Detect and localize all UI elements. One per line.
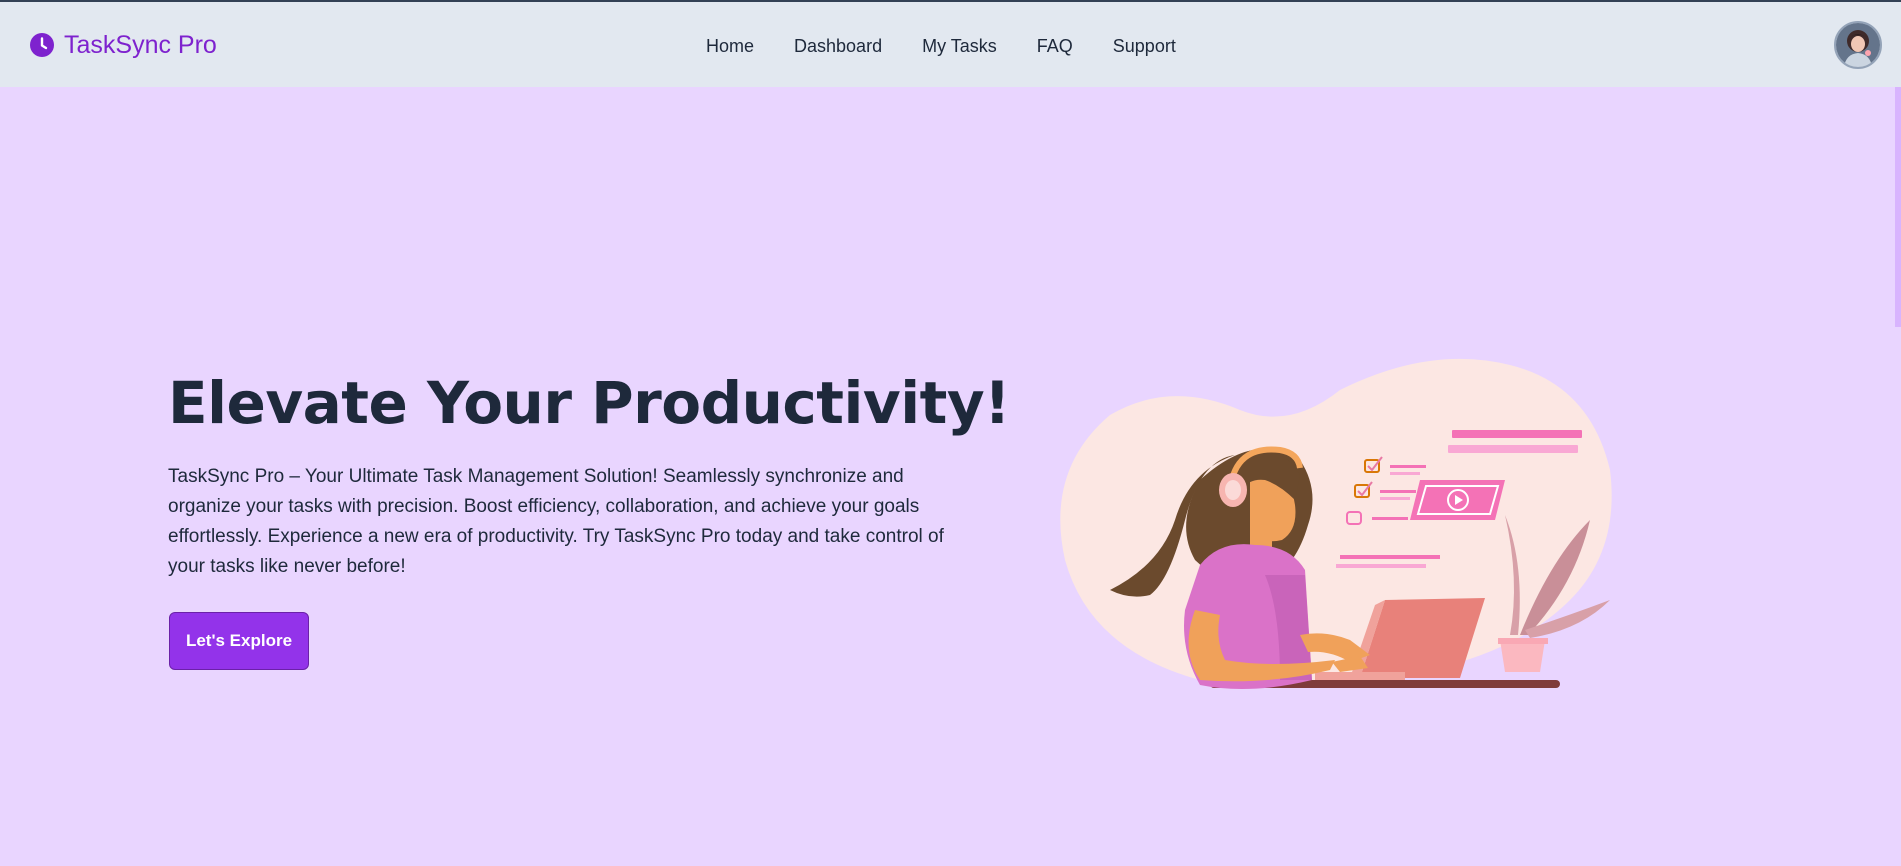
main-nav: Home Dashboard My Tasks FAQ Support (706, 35, 1216, 57)
brand-name: TaskSync Pro (64, 31, 217, 59)
woman-working-on-laptop-illustration (1060, 358, 1612, 689)
clock-icon (30, 33, 54, 57)
nav-link-my-tasks[interactable]: My Tasks (922, 35, 997, 57)
scrollbar[interactable] (1895, 87, 1901, 327)
brand-logo[interactable]: TaskSync Pro (30, 30, 217, 60)
nav-link-home[interactable]: Home (706, 35, 754, 57)
avatar-image (1836, 23, 1880, 67)
nav-link-dashboard[interactable]: Dashboard (794, 35, 882, 57)
hero-description: TaskSync Pro – Your Ultimate Task Manage… (168, 466, 944, 577)
nav-link-support[interactable]: Support (1113, 35, 1176, 57)
nav-link-faq[interactable]: FAQ (1037, 35, 1073, 57)
hero-title: Elevate Your Productivity! (168, 369, 1011, 437)
user-avatar[interactable] (1834, 21, 1882, 69)
lets-explore-button[interactable]: Let's Explore (169, 612, 309, 670)
navbar: TaskSync Pro Home Dashboard My Tasks FAQ… (0, 2, 1901, 87)
